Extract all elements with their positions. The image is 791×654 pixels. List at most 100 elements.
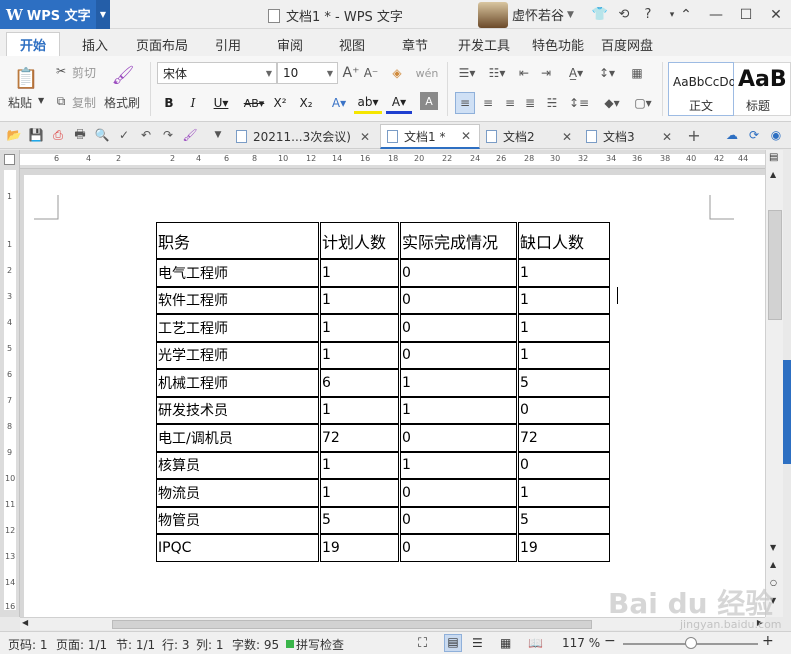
format-painter-button[interactable]: 格式刷 (104, 94, 140, 111)
copy-icon[interactable]: ⧉ (53, 92, 69, 110)
collapse-ribbon-icon[interactable]: ⌃ (671, 0, 701, 29)
redo-icon[interactable]: ↷ (160, 127, 176, 143)
close-tab-icon[interactable]: ✕ (461, 129, 471, 143)
table-cell[interactable]: 1 (400, 369, 517, 397)
doc-tab-document2[interactable]: 文档2 ✕ (482, 124, 580, 149)
phonetic-guide-icon[interactable]: wén (412, 62, 442, 84)
new-tab-icon[interactable]: + (686, 126, 702, 145)
table-cell[interactable]: 1 (320, 259, 399, 287)
table-cell[interactable]: 0 (518, 451, 610, 479)
page-view-icon[interactable]: ▤ (444, 634, 462, 652)
table-cell[interactable]: 5 (518, 369, 610, 397)
tab-home[interactable]: 开始 (6, 32, 60, 56)
status-word-count[interactable]: 字数: 95 (232, 636, 279, 653)
sync-icon[interactable]: ⟳ (746, 127, 762, 143)
tab-baidu-netdisk[interactable]: 百度网盘 (598, 32, 656, 56)
table-cell[interactable]: 物管员 (156, 506, 319, 534)
table-cell[interactable]: 1 (400, 396, 517, 424)
table-header-cell[interactable]: 实际完成情况 (400, 222, 517, 259)
tab-review[interactable]: 审阅 (270, 32, 310, 56)
table-cell[interactable]: 0 (400, 259, 517, 287)
open-folder-icon[interactable]: 📂 (6, 127, 22, 143)
close-tab-icon[interactable]: ✕ (360, 130, 370, 144)
chevron-down-icon[interactable]: ▼ (567, 10, 574, 20)
zoom-in-icon[interactable]: + (762, 633, 774, 649)
previous-page-icon[interactable]: ▲ (770, 560, 776, 569)
grow-font-icon[interactable]: A⁺ (342, 62, 360, 84)
superscript-icon[interactable]: X² (270, 92, 290, 114)
text-effect-icon[interactable]: A▾ (326, 92, 352, 114)
tab-stop-selector[interactable] (4, 154, 15, 165)
save-icon[interactable]: 💾 (28, 127, 44, 143)
zoom-out-icon[interactable]: − (604, 633, 616, 649)
table-cell[interactable]: 1 (320, 341, 399, 369)
chevron-down-icon[interactable]: ▼ (96, 0, 110, 29)
chevron-down-icon[interactable]: ▼ (266, 69, 272, 78)
scissors-icon[interactable]: ✂ (53, 62, 69, 80)
share-icon[interactable]: ⟲ (612, 0, 636, 29)
undo-icon[interactable]: ↶ (138, 127, 154, 143)
borders-icon[interactable]: ▢▾ (630, 92, 656, 114)
vertical-scroll-thumb[interactable] (768, 210, 782, 320)
table-cell[interactable]: 19 (320, 534, 399, 562)
italic-icon[interactable]: I (184, 92, 202, 114)
table-cell[interactable]: 0 (400, 341, 517, 369)
document-page[interactable]: 职务 计划人数 实际完成情况 缺口人数 电气工程师 1 0 1 软件工程师 1 0 1 工艺工程师 1 0 1… (24, 175, 765, 617)
quick-access-dropdown-icon[interactable]: ▼ (210, 127, 226, 143)
table-cell[interactable]: 工艺工程师 (156, 314, 319, 342)
table-cell[interactable]: 1 (320, 286, 399, 314)
table-cell[interactable]: 0 (518, 396, 610, 424)
tab-developer[interactable]: 开发工具 (452, 32, 516, 56)
outline-view-icon[interactable]: ☰ (472, 636, 483, 650)
reading-view-icon[interactable]: 📖 (528, 636, 543, 650)
minimize-icon[interactable]: — (701, 0, 731, 29)
format-painter-icon[interactable]: 🖌 (110, 62, 136, 88)
export-pdf-icon[interactable]: ⎙ (50, 127, 66, 143)
table-cell[interactable]: 72 (320, 424, 399, 452)
tab-view[interactable]: 视图 (332, 32, 372, 56)
table-cell[interactable]: 0 (400, 424, 517, 452)
bullet-list-icon[interactable]: ☰▾ (454, 62, 480, 84)
tab-insert[interactable]: 插入 (72, 32, 118, 56)
table-cell[interactable]: 核算员 (156, 451, 319, 479)
chevron-down-icon[interactable]: ▼ (38, 96, 44, 105)
table-grid-icon[interactable]: ▦ (628, 62, 646, 84)
highlight-icon[interactable]: ab▾ (354, 92, 382, 114)
skin-shirt-icon[interactable]: 👕 (588, 0, 612, 29)
table-cell[interactable]: 0 (400, 479, 517, 507)
table-cell[interactable]: 光学工程师 (156, 341, 319, 369)
table-cell[interactable]: 1 (518, 314, 610, 342)
document-canvas[interactable]: 职务 计划人数 实际完成情况 缺口人数 电气工程师 1 0 1 软件工程师 1 0 1 工艺工程师 1 0 1… (20, 169, 765, 617)
chinese-layout-icon[interactable]: A̲▾ (562, 62, 590, 84)
zoom-slider-handle[interactable] (685, 637, 697, 649)
paste-icon[interactable]: 📋 (12, 64, 40, 92)
ruler-toggle-icon[interactable]: ▤ (769, 152, 778, 163)
table-cell[interactable]: 72 (518, 424, 610, 452)
zoom-level[interactable]: 117 % (562, 636, 600, 650)
strikethrough-icon[interactable]: AB▾ (240, 92, 268, 114)
table-header-cell[interactable]: 缺口人数 (518, 222, 610, 259)
horizontal-scroll-thumb[interactable] (112, 620, 592, 629)
table-cell[interactable]: 19 (518, 534, 610, 562)
decrease-indent-icon[interactable]: ⇤ (514, 62, 534, 84)
help-icon[interactable]: ? (636, 0, 660, 29)
shrink-font-icon[interactable]: A⁻ (362, 62, 380, 84)
avatar[interactable] (478, 1, 508, 28)
distribute-icon[interactable]: ☵ (542, 92, 562, 114)
table-cell[interactable]: 0 (400, 314, 517, 342)
table-cell[interactable]: 1 (320, 396, 399, 424)
user-account[interactable]: 虚怀若谷 ▼ (478, 0, 574, 29)
table-cell[interactable]: 0 (400, 286, 517, 314)
table-cell[interactable]: 1 (518, 259, 610, 287)
spell-check-icon[interactable]: ✓ (116, 127, 132, 143)
doc-tab-document1[interactable]: 文档1 * ✕ (380, 124, 480, 149)
wps-app-menu-button[interactable]: W WPS 文字 ▼ (0, 0, 110, 29)
doc-tab-meeting[interactable]: 20211...3次会议) ✕ (232, 124, 378, 149)
cut-button[interactable]: 剪切 (72, 64, 96, 81)
font-name-select[interactable]: 宋体 ▼ (157, 62, 277, 84)
table-header-cell[interactable]: 职务 (156, 222, 319, 259)
font-color-icon[interactable]: A▾ (386, 92, 412, 114)
table-cell[interactable]: 1 (320, 314, 399, 342)
cloud-icon[interactable]: ☁ (724, 127, 740, 143)
bold-icon[interactable]: B (160, 92, 178, 114)
